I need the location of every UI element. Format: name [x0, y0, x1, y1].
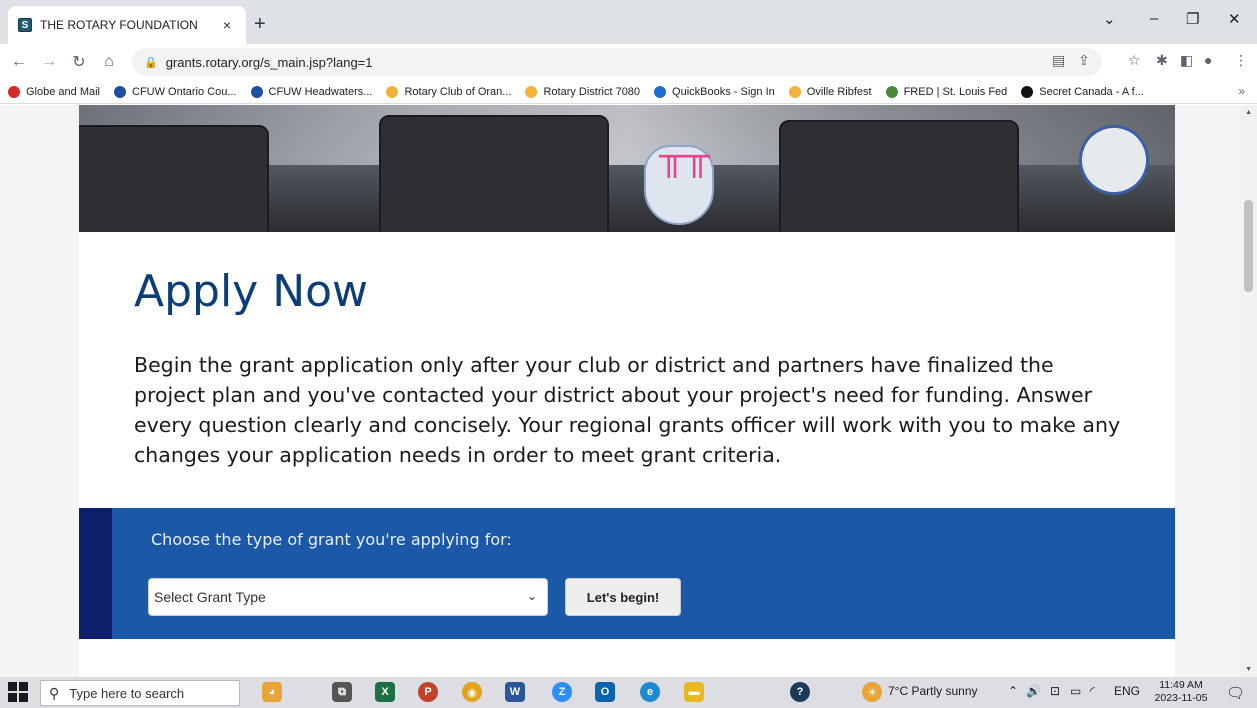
weather-icon: ☀ [862, 682, 882, 702]
tab-strip: S THE ROTARY FOUNDATION × + ⌄ – ❐ ✕ [0, 0, 1257, 44]
bookmark-item[interactable]: Oville Ribfest [788, 85, 872, 98]
powerpoint-icon[interactable]: P [418, 682, 438, 702]
help-icon[interactable]: ? [790, 682, 810, 702]
bookmark-favicon-icon [1021, 85, 1034, 98]
address-bar[interactable]: 🔒 grants.rotary.org/s_main.jsp?lang=1 [132, 48, 1102, 76]
bookmarks-bar: Globe and Mail CFUW Ontario Cou... CFUW He… [0, 80, 1257, 104]
bookmark-favicon-icon [654, 85, 667, 98]
bookmark-item[interactable]: Rotary District 7080 [525, 85, 641, 98]
page-title: Apply Now [134, 266, 369, 317]
bookmark-favicon-icon [250, 85, 263, 98]
taskbar-search-placeholder: Type here to search [69, 685, 185, 701]
bookmark-label: QuickBooks - Sign In [672, 85, 775, 98]
back-icon[interactable]: ← [8, 53, 30, 71]
side-panel-icon[interactable]: ◧ [1180, 52, 1193, 69]
zoom-icon[interactable]: Z [552, 682, 572, 702]
grant-type-panel: Choose the type of grant you're applying… [79, 508, 1175, 639]
bookmark-label: Rotary District 7080 [543, 85, 641, 98]
vertical-scrollbar[interactable]: ▲ ▼ [1240, 105, 1257, 677]
menu-kebab-icon[interactable]: ⋮ [1234, 52, 1248, 69]
grant-type-selected-value: Select Grant Type [154, 589, 266, 605]
scroll-up-icon[interactable]: ▲ [1245, 109, 1252, 116]
bookmark-favicon-icon [114, 85, 126, 98]
grant-type-label: Choose the type of grant you're applying… [151, 530, 512, 549]
tray-chevron-icon[interactable]: ⌃ [1008, 684, 1018, 698]
search-icon: ⚲ [49, 684, 60, 701]
clock-time: 11:49 AM [1159, 679, 1203, 691]
bookmark-item[interactable]: Rotary Club of Oran... [386, 85, 512, 98]
outlook-icon[interactable]: O [595, 682, 615, 702]
panel-accent-bar [79, 508, 112, 639]
new-tab-button[interactable]: + [254, 14, 266, 34]
extensions-icon[interactable]: ✱ [1156, 52, 1168, 69]
tab-rotary-foundation[interactable]: S THE ROTARY FOUNDATION × [8, 6, 246, 44]
page-viewport: ╥╥ Apply Now Begin the grant application… [0, 105, 1257, 677]
battery-icon[interactable]: ▭ [1070, 684, 1081, 698]
share-icon[interactable]: ⇪ [1078, 52, 1090, 69]
bookmarks-overflow-icon[interactable]: » [1238, 84, 1245, 98]
scroll-thumb[interactable] [1244, 200, 1253, 292]
bookmark-item[interactable]: CFUW Ontario Cou... [114, 85, 237, 98]
volume-icon[interactable]: 🔊 [1026, 684, 1041, 698]
home-icon[interactable]: ⌂ [98, 53, 120, 71]
bookmark-favicon-icon [8, 85, 20, 98]
wifi-icon[interactable]: ◜ [1090, 684, 1095, 698]
url-text: grants.rotary.org/s_main.jsp?lang=1 [165, 54, 373, 70]
clock-date: 2023-11-05 [1154, 692, 1208, 704]
weather-text[interactable]: 7°C Partly sunny [888, 684, 978, 698]
lock-icon: 🔒 [144, 56, 158, 69]
profile-avatar-icon[interactable]: ● [1204, 52, 1212, 68]
bookmark-favicon-icon [788, 85, 801, 98]
hero-image: ╥╥ [79, 105, 1175, 232]
forward-icon[interactable]: → [38, 53, 60, 71]
scroll-down-icon[interactable]: ▼ [1245, 666, 1252, 673]
grant-type-select[interactable]: Select Grant Type ⌄ [148, 578, 548, 616]
meet-now-icon[interactable]: ⊡ [1050, 684, 1060, 698]
bookmark-item[interactable]: QuickBooks - Sign In [654, 85, 775, 98]
tab-search-chevron-icon[interactable]: ⌄ [1103, 10, 1116, 28]
notifications-icon[interactable]: 🗨 [1226, 684, 1245, 702]
bookmark-favicon-icon [525, 85, 538, 98]
bookmark-favicon-icon [386, 85, 399, 98]
restore-icon[interactable]: ❐ [1186, 10, 1199, 28]
intro-paragraph: Begin the grant application only after y… [134, 353, 1121, 467]
taskbar-search-input[interactable]: ⚲ Type here to search [40, 680, 240, 706]
bookmark-star-icon[interactable]: ☆ [1128, 52, 1141, 69]
bookmark-label: FRED | St. Louis Fed [903, 85, 1008, 98]
tab-close-icon[interactable]: × [218, 17, 236, 33]
weather-widget-icon[interactable]: ◕ [262, 682, 282, 702]
reload-icon[interactable]: ↻ [68, 52, 90, 72]
site-favicon-icon: S [18, 18, 32, 32]
bookmark-item[interactable]: Globe and Mail [8, 85, 100, 98]
chevron-down-icon: ⌄ [526, 589, 537, 603]
windows-start-icon[interactable] [8, 682, 30, 704]
tab-title: THE ROTARY FOUNDATION [40, 18, 198, 32]
bookmark-item[interactable]: FRED | St. Louis Fed [885, 85, 1008, 98]
bookmark-label: CFUW Ontario Cou... [132, 85, 237, 98]
bookmark-item[interactable]: CFUW Headwaters... [250, 85, 373, 98]
edge-icon[interactable]: e [640, 682, 660, 702]
bookmark-favicon-icon [885, 85, 898, 98]
word-icon[interactable]: W [505, 682, 525, 702]
file-explorer-icon[interactable]: ▬ [684, 682, 704, 702]
minimize-icon[interactable]: – [1150, 10, 1158, 27]
bookmark-label: Globe and Mail [26, 85, 100, 98]
bookmark-label: CFUW Headwaters... [268, 85, 373, 98]
bookmark-label: Oville Ribfest [806, 85, 872, 98]
bookmark-item[interactable]: Secret Canada - A f... [1021, 85, 1144, 98]
bookmark-label: Secret Canada - A f... [1039, 85, 1144, 98]
bookmark-label: Rotary Club of Oran... [404, 85, 512, 98]
main-content: Apply Now Begin the grant application on… [79, 232, 1175, 677]
task-view-icon[interactable]: ⧉ [332, 682, 352, 702]
system-clock[interactable]: 11:49 AM 2023-11-05 [1150, 679, 1212, 705]
chrome-icon[interactable]: ◉ [462, 682, 482, 702]
close-window-icon[interactable]: ✕ [1228, 10, 1241, 28]
language-indicator[interactable]: ENG [1114, 684, 1140, 698]
excel-icon[interactable]: X [375, 682, 395, 702]
lets-begin-button[interactable]: Let's begin! [565, 578, 681, 616]
reader-mode-icon[interactable]: ▤ [1052, 52, 1065, 69]
